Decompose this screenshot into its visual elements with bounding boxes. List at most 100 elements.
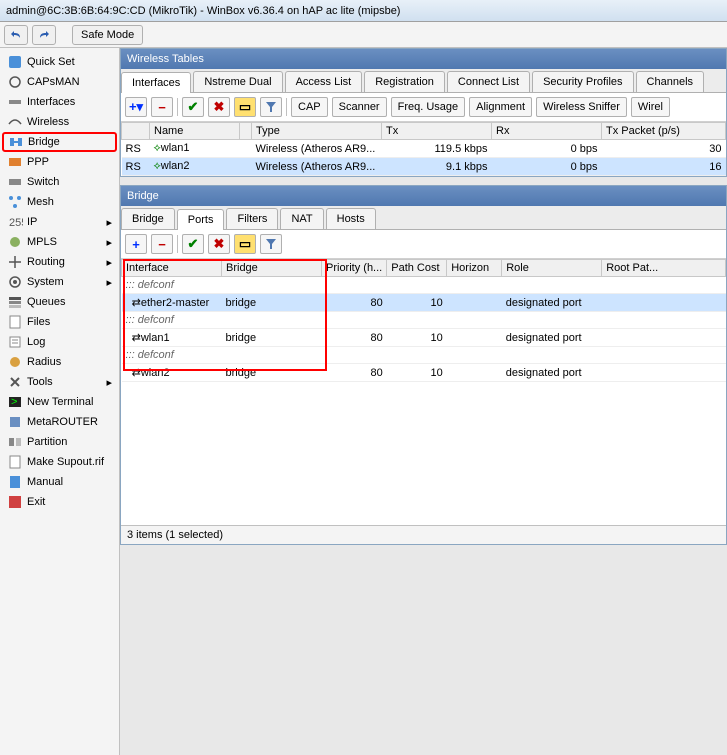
col-type[interactable]: Type: [252, 123, 382, 140]
wireless-window: Wireless Tables Interfaces Nstreme Dual …: [120, 48, 727, 177]
tab-nat[interactable]: NAT: [280, 208, 323, 229]
sidebar-item-log[interactable]: Log: [2, 332, 117, 352]
sidebar-item-routing[interactable]: Routing▸: [2, 252, 117, 272]
bridge-toolbar: + − ✔ ✖ ▭: [121, 230, 726, 259]
sidebar-label: Interfaces: [27, 96, 75, 108]
freq-usage-button[interactable]: Freq. Usage: [391, 97, 466, 117]
wireless-row[interactable]: RS⟡wlan2Wireless (Atheros AR9...9.1 kbps…: [122, 158, 726, 176]
alignment-button[interactable]: Alignment: [469, 97, 532, 117]
quickset-icon: [7, 54, 23, 70]
sidebar-item-bridge[interactable]: Bridge: [2, 132, 117, 152]
sidebar-label: New Terminal: [27, 396, 93, 408]
sidebar-item-files[interactable]: Files: [2, 312, 117, 332]
col-rx[interactable]: Rx: [492, 123, 602, 140]
tab-channels[interactable]: Channels: [636, 71, 704, 92]
sidebar-item-ppp[interactable]: PPP: [2, 152, 117, 172]
sidebar-item-interfaces[interactable]: Interfaces: [2, 92, 117, 112]
col-name[interactable]: Name: [150, 123, 240, 140]
add-button[interactable]: +: [125, 234, 147, 254]
sidebar-item-ip[interactable]: 255IP▸: [2, 212, 117, 232]
more-button[interactable]: Wirel: [631, 97, 670, 117]
tab-accesslist[interactable]: Access List: [285, 71, 363, 92]
tab-filters[interactable]: Filters: [226, 208, 278, 229]
sidebar-item-tools[interactable]: Tools▸: [2, 372, 117, 392]
tools-icon: [7, 374, 23, 390]
disable-button[interactable]: ✖: [208, 97, 230, 117]
safe-mode-button[interactable]: Safe Mode: [72, 25, 143, 45]
add-button[interactable]: +▾: [125, 97, 147, 117]
col-horizon[interactable]: Horizon: [447, 260, 502, 277]
cap-button[interactable]: CAP: [291, 97, 328, 117]
sidebar-item-mesh[interactable]: Mesh: [2, 192, 117, 212]
sidebar-item-manual[interactable]: Manual: [2, 472, 117, 492]
redo-button[interactable]: [32, 25, 56, 45]
wireless-row[interactable]: RS⟡wlan1Wireless (Atheros AR9...119.5 kb…: [122, 140, 726, 158]
sidebar-item-capsman[interactable]: CAPsMAN: [2, 72, 117, 92]
bridge-tabs: Bridge Ports Filters NAT Hosts: [121, 206, 726, 230]
submenu-arrow-icon: ▸: [106, 376, 112, 389]
disable-button[interactable]: ✖: [208, 234, 230, 254]
col-role[interactable]: Role: [502, 260, 602, 277]
sidebar-item-mpls[interactable]: MPLS▸: [2, 232, 117, 252]
filter-button[interactable]: [260, 234, 282, 254]
svg-text:>: >: [11, 396, 17, 408]
submenu-arrow-icon: ▸: [106, 236, 112, 249]
col-pathcost[interactable]: Path Cost: [387, 260, 447, 277]
sidebar-item-supout[interactable]: Make Supout.rif: [2, 452, 117, 472]
bridge-row[interactable]: ⇄wlan2bridge8010designated port: [122, 364, 726, 382]
tab-bridge[interactable]: Bridge: [121, 208, 175, 229]
sidebar-item-switch[interactable]: Switch: [2, 172, 117, 192]
tab-hosts[interactable]: Hosts: [326, 208, 376, 229]
tab-registration[interactable]: Registration: [364, 71, 445, 92]
exit-icon: [7, 494, 23, 510]
remove-button[interactable]: −: [151, 97, 173, 117]
filter-button[interactable]: [260, 97, 282, 117]
bridge-row[interactable]: ::: defconf: [122, 312, 726, 329]
bridge-row[interactable]: ⇄ether2-masterbridge8010designated port: [122, 294, 726, 312]
sidebar-label: Files: [27, 316, 50, 328]
routing-icon: [7, 254, 23, 270]
panel-area: Wireless Tables Interfaces Nstreme Dual …: [120, 48, 727, 755]
sidebar-item-exit[interactable]: Exit: [2, 492, 117, 512]
sidebar-item-wireless[interactable]: Wireless: [2, 112, 117, 132]
sidebar-item-metarouter[interactable]: MetaROUTER: [2, 412, 117, 432]
col-flag[interactable]: [122, 123, 150, 140]
svg-text:255: 255: [9, 217, 23, 229]
main-content: Quick Set CAPsMAN Interfaces Wireless Br…: [0, 48, 727, 755]
col-txp[interactable]: Tx Packet (p/s): [602, 123, 726, 140]
col-tx[interactable]: Tx: [382, 123, 492, 140]
system-icon: [7, 274, 23, 290]
enable-button[interactable]: ✔: [182, 97, 204, 117]
undo-button[interactable]: [4, 25, 28, 45]
col-priority[interactable]: Priority (h...: [322, 260, 387, 277]
col-bridge[interactable]: Bridge: [222, 260, 322, 277]
remove-button[interactable]: −: [151, 234, 173, 254]
bridge-grid: Interface Bridge Priority (h... Path Cos…: [121, 259, 726, 382]
comment-button[interactable]: ▭: [234, 97, 256, 117]
bridge-row[interactable]: ::: defconf: [122, 347, 726, 364]
bridge-row[interactable]: ::: defconf: [122, 277, 726, 294]
sidebar-label: Radius: [27, 356, 61, 368]
tab-nstreme[interactable]: Nstreme Dual: [193, 71, 282, 92]
sidebar-item-system[interactable]: System▸: [2, 272, 117, 292]
enable-button[interactable]: ✔: [182, 234, 204, 254]
col-sep[interactable]: [240, 123, 252, 140]
col-rootpath[interactable]: Root Pat...: [602, 260, 726, 277]
funnel-icon: [265, 101, 277, 113]
sidebar-item-newterminal[interactable]: > New Terminal: [2, 392, 117, 412]
tab-connectlist[interactable]: Connect List: [447, 71, 530, 92]
sniffer-button[interactable]: Wireless Sniffer: [536, 97, 627, 117]
comment-button[interactable]: ▭: [234, 234, 256, 254]
sidebar-item-queues[interactable]: Queues: [2, 292, 117, 312]
tab-security[interactable]: Security Profiles: [532, 71, 633, 92]
tab-interfaces[interactable]: Interfaces: [121, 72, 191, 93]
col-interface[interactable]: Interface: [122, 260, 222, 277]
sidebar-item-radius[interactable]: Radius: [2, 352, 117, 372]
sidebar-item-quickset[interactable]: Quick Set: [2, 52, 117, 72]
wireless-toolbar: +▾ − ✔ ✖ ▭ CAP Scanner Freq. Usage Align…: [121, 93, 726, 122]
scanner-button[interactable]: Scanner: [332, 97, 387, 117]
sidebar-item-partition[interactable]: Partition: [2, 432, 117, 452]
tab-ports[interactable]: Ports: [177, 209, 225, 230]
bridge-row[interactable]: ⇄wlan1bridge8010designated port: [122, 329, 726, 347]
ip-icon: 255: [7, 214, 23, 230]
